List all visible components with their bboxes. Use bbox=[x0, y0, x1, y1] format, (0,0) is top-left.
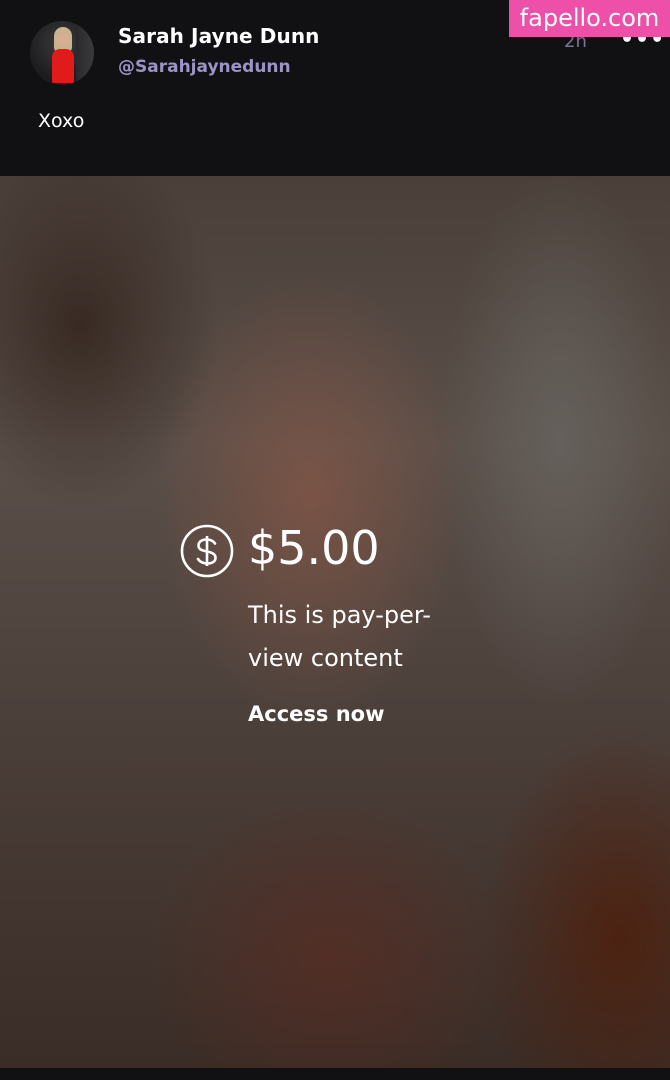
author-handle[interactable]: @Sarahjaynedunn bbox=[118, 57, 291, 77]
locked-media[interactable]: $5.00 This is pay-per- view content Acce… bbox=[0, 176, 670, 1068]
post-page: Sarah Jayne Dunn @Sarahjaynedunn 2h ••• … bbox=[0, 0, 670, 1080]
avatar-face bbox=[57, 33, 69, 47]
ppv-description: This is pay-per- view content bbox=[248, 601, 431, 672]
author-avatar[interactable] bbox=[30, 21, 94, 85]
avatar-dress bbox=[52, 49, 74, 83]
author-display-name[interactable]: Sarah Jayne Dunn bbox=[118, 24, 320, 48]
access-now-button[interactable]: Access now bbox=[248, 702, 384, 726]
bottom-bar bbox=[0, 1068, 670, 1080]
avatar-background bbox=[76, 21, 94, 85]
watermark: fapello.com bbox=[509, 0, 670, 37]
pay-per-view-overlay: $5.00 This is pay-per- view content Acce… bbox=[180, 520, 500, 740]
dollar-circle-icon bbox=[180, 524, 234, 578]
post-caption: Xoxo bbox=[38, 110, 85, 132]
ppv-price: $5.00 bbox=[248, 521, 380, 575]
